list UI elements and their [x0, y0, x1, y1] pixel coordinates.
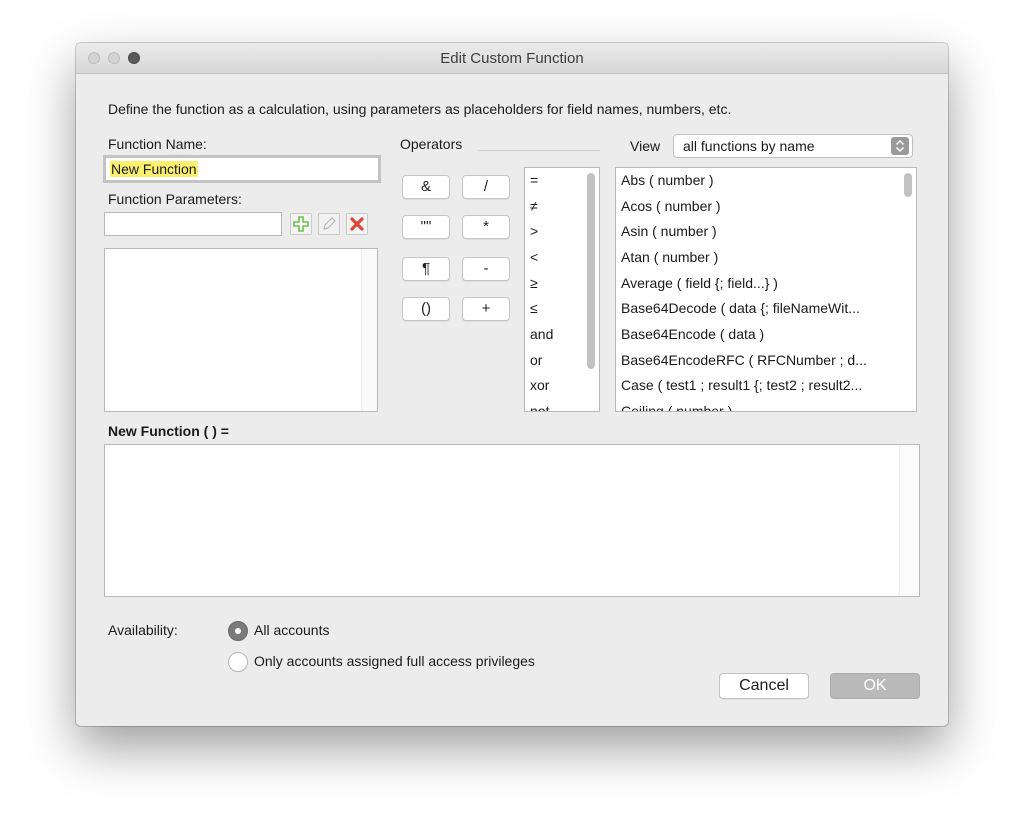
formula-heading: New Function ( ) =	[108, 423, 229, 439]
window-title: Edit Custom Function	[440, 50, 584, 67]
function-list-item[interactable]: Base64EncodeRFC ( RFCNumber ; d...	[621, 352, 867, 368]
function-list-item[interactable]: Atan ( number )	[621, 249, 718, 265]
all-accounts-radio[interactable]	[228, 621, 248, 641]
parameter-input[interactable]	[104, 212, 282, 236]
delete-x-icon	[350, 217, 364, 231]
functions-scroll-thumb[interactable]	[904, 173, 912, 197]
availability-label: Availability:	[108, 622, 178, 638]
formula-editor-scrollbar[interactable]	[899, 445, 919, 596]
operators-scroll-thumb[interactable]	[587, 173, 595, 369]
parameters-list[interactable]	[104, 248, 378, 412]
function-name-label: Function Name:	[108, 136, 207, 152]
instructions-text: Define the function as a calculation, us…	[108, 101, 732, 117]
operator-list-item[interactable]: >	[530, 223, 538, 239]
formula-editor[interactable]	[104, 444, 920, 597]
pencil-icon	[323, 217, 336, 230]
operator-list-item[interactable]: =	[530, 172, 538, 188]
full-access-accounts-label[interactable]: Only accounts assigned full access privi…	[254, 653, 535, 669]
operators-divider	[478, 150, 600, 151]
cancel-button[interactable]: Cancel	[719, 673, 809, 699]
view-select[interactable]: all functions by name	[673, 134, 913, 158]
functions-list[interactable]: Abs ( number ) Acos ( number ) Asin ( nu…	[615, 167, 917, 412]
function-list-item[interactable]: Ceiling ( number )	[621, 403, 732, 411]
operator-button-minus[interactable]: -	[462, 257, 510, 281]
operator-button-parentheses[interactable]: ()	[402, 297, 450, 321]
function-list-item[interactable]: Abs ( number )	[621, 172, 714, 188]
operator-button-divide[interactable]: /	[462, 175, 510, 199]
operator-list-item[interactable]: <	[530, 249, 538, 265]
operators-list[interactable]: = ≠ > < ≥ ≤ and or xor not	[524, 167, 600, 412]
ok-button[interactable]: OK	[830, 673, 920, 699]
operators-label: Operators	[400, 136, 463, 152]
function-list-item[interactable]: Acos ( number )	[621, 198, 721, 214]
operators-list-scrollbar[interactable]	[584, 168, 599, 411]
view-label: View	[630, 138, 661, 154]
add-parameter-button[interactable]	[290, 213, 312, 235]
operator-list-item[interactable]: and	[530, 326, 553, 342]
title-bar: Edit Custom Function	[76, 43, 948, 74]
plus-icon	[293, 216, 309, 232]
operator-button-pilcrow[interactable]: ¶	[402, 257, 450, 281]
function-list-item[interactable]: Average ( field {; field...} )	[621, 275, 778, 291]
full-access-accounts-radio[interactable]	[228, 652, 248, 672]
functions-list-scrollbar[interactable]	[901, 168, 916, 411]
function-parameters-label: Function Parameters:	[108, 191, 242, 207]
function-list-item[interactable]: Base64Encode ( data )	[621, 326, 764, 342]
function-list-item[interactable]: Asin ( number )	[621, 223, 717, 239]
operator-list-item[interactable]: xor	[530, 377, 549, 393]
edit-custom-function-dialog: Edit Custom Function Define the function…	[76, 43, 948, 726]
edit-parameter-button[interactable]	[318, 213, 340, 235]
operator-list-item[interactable]: ≠	[530, 198, 538, 214]
operator-button-ampersand[interactable]: &	[402, 175, 450, 199]
operator-list-item[interactable]: or	[530, 352, 542, 368]
operator-list-item[interactable]: ≤	[530, 300, 538, 316]
operator-button-multiply[interactable]: *	[462, 215, 510, 239]
function-name-field[interactable]: New Function	[103, 155, 381, 183]
operator-list-item[interactable]: not	[530, 403, 549, 411]
delete-parameter-button[interactable]	[346, 213, 368, 235]
select-arrows-icon	[891, 137, 909, 155]
operator-button-plus[interactable]: +	[462, 297, 510, 321]
operator-list-item[interactable]: ≥	[530, 275, 538, 291]
view-select-value: all functions by name	[683, 138, 815, 154]
function-list-item[interactable]: Base64Decode ( data {; fileNameWit...	[621, 300, 860, 316]
operator-button-quotes[interactable]: ""	[402, 215, 450, 239]
all-accounts-label[interactable]: All accounts	[254, 622, 329, 638]
function-name-value: New Function	[110, 161, 198, 177]
parameters-list-scrollbar[interactable]	[361, 249, 377, 411]
function-list-item[interactable]: Case ( test1 ; result1 {; test2 ; result…	[621, 377, 862, 393]
